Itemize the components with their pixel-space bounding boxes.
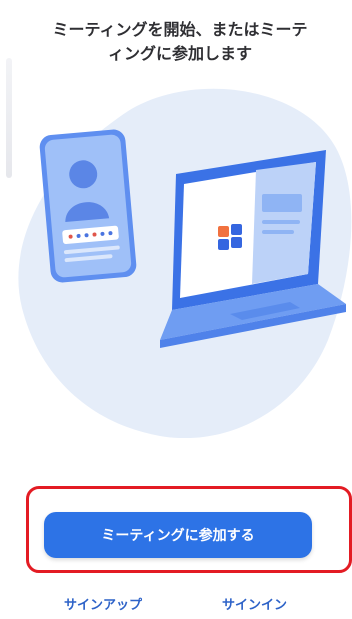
join-meeting-label: ミーティングに参加する: [101, 528, 255, 544]
welcome-screen: ミーティングを開始、またはミーテ ィングに参加します ミーティングに参加する サ…: [0, 0, 352, 619]
welcome-illustration: [18, 88, 352, 438]
contact-card-icon: [39, 129, 137, 283]
join-meeting-button[interactable]: ミーティングに参加する: [44, 512, 312, 558]
title-line-2: ィングに参加します: [107, 44, 252, 63]
signup-link[interactable]: サインアップ: [64, 597, 142, 615]
page-title: ミーティングを開始、またはミーテ ィングに参加します: [16, 18, 344, 66]
signin-link[interactable]: サインイン: [222, 597, 287, 615]
title-line-1: ミーティングを開始、またはミーテ: [52, 20, 308, 39]
